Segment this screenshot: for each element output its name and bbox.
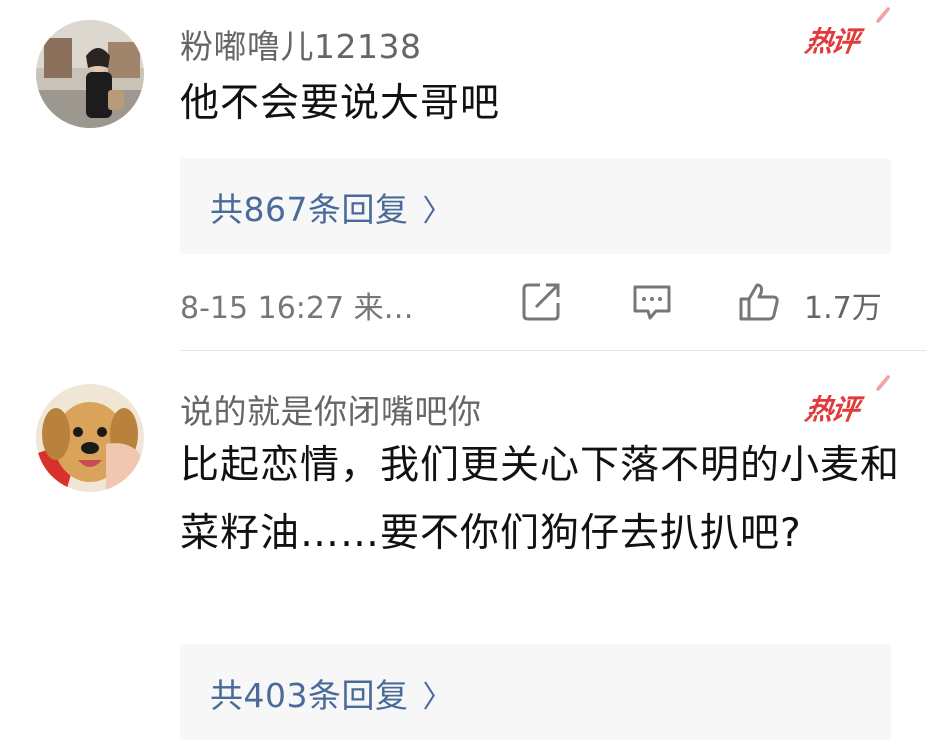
avatar-image <box>36 384 144 492</box>
comment-timestamp: 8-15 16:27 来… <box>180 291 414 326</box>
reply-summary[interactable]: 共867条回复〉 <box>180 158 891 254</box>
user-avatar[interactable] <box>36 20 144 128</box>
comment-text: 比起恋情，我们更关心下落不明的小麦和菜籽油……要不你们狗仔去扒扒吧? <box>180 443 901 556</box>
view-replies-link[interactable]: 共867条回复〉 <box>210 183 453 231</box>
like-count: 1.7万 <box>804 291 882 326</box>
reply-summary[interactable]: 共403条回复〉 <box>180 644 891 740</box>
comment-item: 说的就是你闭嘴吧你 热评 比起恋情，我们更关心下落不明的小麦和菜籽油……要不你们… <box>0 352 926 744</box>
share-icon[interactable] <box>520 279 564 323</box>
username[interactable]: 粉嘟噜儿12138 <box>180 20 421 68</box>
chevron-right-icon: 〉 <box>422 680 453 715</box>
view-replies-link[interactable]: 共403条回复〉 <box>210 669 453 717</box>
hot-comment-badge: 热评 <box>803 388 873 426</box>
thumbs-up-icon[interactable] <box>737 279 781 323</box>
user-avatar[interactable] <box>36 384 144 492</box>
reply-count-label: 共867条回复 <box>210 190 409 229</box>
comment-item: 粉嘟噜儿12138 热评 他不会要说大哥吧 共867条回复〉 8-15 16:2… <box>0 0 926 352</box>
comment-meta-row: 8-15 16:27 来… 1.7万 <box>180 279 900 327</box>
avatar-image <box>36 20 144 128</box>
comment-icon[interactable] <box>630 279 674 323</box>
hot-comment-badge: 热评 <box>803 20 873 58</box>
comment-text: 他不会要说大哥吧 <box>180 81 501 126</box>
reply-count-label: 共403条回复 <box>210 676 409 715</box>
divider <box>180 350 926 351</box>
chevron-right-icon: 〉 <box>422 194 453 229</box>
username[interactable]: 说的就是你闭嘴吧你 <box>180 385 482 433</box>
